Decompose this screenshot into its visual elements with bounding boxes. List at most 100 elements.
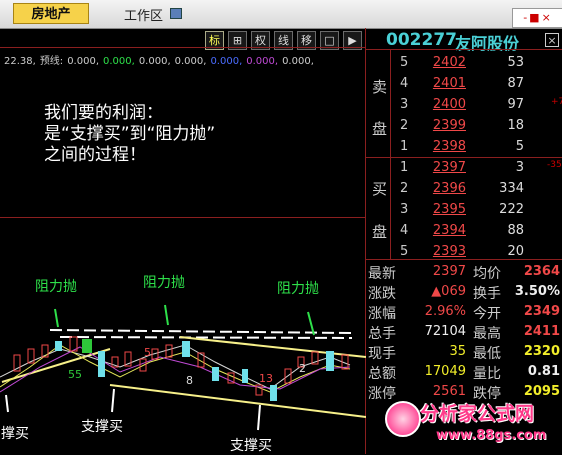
stat-label: 量比 — [473, 366, 501, 382]
order-volume: 222 — [499, 202, 524, 217]
order-price: 2399 — [432, 118, 466, 133]
stat-label: 最低 — [473, 346, 501, 362]
candle — [270, 385, 277, 401]
readout-v1: 0.000, — [67, 56, 99, 67]
resistance-line — [49, 329, 353, 334]
watermark-title: 分析家公式网 — [420, 403, 535, 425]
indicator-readout: 22.38, 预线: 0.000, 0.000, 0.000, 0.000, 0.000, 0… — [4, 52, 318, 67]
order-volume: 3 — [515, 160, 524, 175]
candle — [242, 369, 248, 383]
order-level: 4 — [400, 223, 409, 238]
chart-divider — [0, 47, 366, 48]
readout-v5: 0.000, — [210, 56, 243, 67]
order-price: 2396 — [432, 181, 466, 196]
stat-value: 2349 — [523, 304, 560, 319]
order-price: 2397 — [432, 160, 466, 175]
stock-code: 002277 — [386, 30, 457, 50]
order-volume: 20 — [507, 244, 524, 259]
support-label: 支撑买 — [230, 438, 272, 454]
stat-value: 0.81 — [527, 364, 560, 379]
candle — [212, 367, 219, 381]
edge-change-mark: +7 — [551, 97, 562, 107]
resistance-label: 阻力抛 — [35, 279, 77, 295]
order-level: 1 — [400, 160, 409, 175]
resistance-line-2 — [59, 336, 353, 339]
watermark-url: www.88gs.com — [436, 428, 547, 443]
candle — [326, 351, 334, 371]
stat-value: 2397 — [432, 264, 466, 279]
order-volume: 334 — [499, 181, 524, 196]
workspace-menu[interactable]: 工作区 — [124, 5, 163, 24]
candle — [82, 339, 92, 353]
stat-value: 2.96% — [424, 304, 466, 319]
readout-v2: 0.000, — [103, 56, 135, 67]
kline-chart[interactable] — [0, 217, 366, 454]
stat-value: 72104 — [424, 324, 466, 339]
panel-divider — [390, 49, 391, 259]
stat-label: 总手 — [368, 326, 396, 342]
order-price: 2395 — [432, 202, 466, 217]
order-level: 5 — [400, 244, 409, 259]
order-volume: 53 — [507, 55, 524, 70]
bar-count-label: 5 — [144, 346, 151, 359]
candle — [98, 351, 105, 377]
ma-line-purple — [0, 346, 351, 393]
order-level: 2 — [400, 181, 409, 196]
panel-divider — [366, 259, 562, 260]
stock-name: 友阿股份 — [455, 34, 520, 53]
order-level: 4 — [400, 76, 409, 91]
resistance-arrow — [54, 308, 59, 328]
stat-value: 2320 — [523, 344, 560, 359]
stat-value: 17049 — [424, 364, 466, 379]
readout-v3: 0.000, — [138, 56, 171, 67]
sector-tab[interactable]: 房地产 — [13, 3, 89, 24]
readout-v6: 0.000, — [246, 56, 279, 67]
bar-count-label: 2 — [299, 362, 306, 375]
stat-value: 2561 — [432, 384, 466, 399]
readout-value: 22.38, — [4, 56, 36, 67]
bar-count-label: 55 — [68, 368, 82, 381]
annotation-note: 我们要的利润： 是“支撑买”到“阻力抛” 之间的过程！ — [44, 103, 215, 166]
buy-label: 买 — [372, 180, 388, 198]
order-level: 5 — [400, 55, 409, 70]
buy-label: 盘 — [372, 223, 388, 241]
order-price: 2393 — [432, 244, 466, 259]
stat-label: 涨停 — [368, 386, 396, 402]
order-volume: 88 — [507, 223, 524, 238]
close-panel-icon[interactable]: × — [545, 33, 559, 47]
note-line-1: 我们要的利润： — [44, 103, 163, 123]
note-line-2: 是“支撑买”到“阻力抛” — [44, 124, 216, 144]
order-volume: 5 — [515, 139, 524, 154]
order-price: 2394 — [432, 223, 466, 238]
resistance-label: 阻力抛 — [143, 275, 185, 291]
note-line-3: 之间的过程！ — [44, 145, 146, 165]
mail-icon[interactable] — [170, 8, 182, 19]
order-level: 3 — [400, 97, 409, 112]
resistance-arrow — [164, 304, 169, 326]
support-line-2 — [109, 384, 366, 418]
stat-value: 2411 — [523, 324, 560, 339]
stat-label: 均价 — [473, 266, 501, 282]
order-volume: 87 — [507, 76, 524, 91]
bar-count-label: 13 — [259, 372, 273, 385]
stat-value: 2095 — [523, 384, 560, 399]
order-volume: 18 — [507, 118, 524, 133]
window-controls[interactable]: -■× — [512, 8, 562, 28]
candle — [165, 344, 173, 358]
support-label: 撑买 — [1, 426, 29, 442]
stat-label: 最高 — [473, 326, 501, 342]
stat-label: 换手 — [473, 286, 501, 302]
sell-label: 卖 — [372, 78, 388, 96]
order-price: 2398 — [432, 139, 466, 154]
watermark-logo-icon — [385, 401, 421, 437]
stat-value: ▲069 — [431, 284, 466, 299]
order-price: 2400 — [432, 97, 466, 112]
stat-label: 涨跌 — [368, 286, 396, 302]
stat-value: 35 — [449, 344, 466, 359]
readout-v4: 0.000, — [174, 56, 207, 67]
order-level: 2 — [400, 118, 409, 133]
order-level: 3 — [400, 202, 409, 217]
stat-label: 现手 — [368, 346, 396, 362]
support-arrow — [257, 404, 261, 431]
resistance-arrow — [307, 311, 315, 336]
